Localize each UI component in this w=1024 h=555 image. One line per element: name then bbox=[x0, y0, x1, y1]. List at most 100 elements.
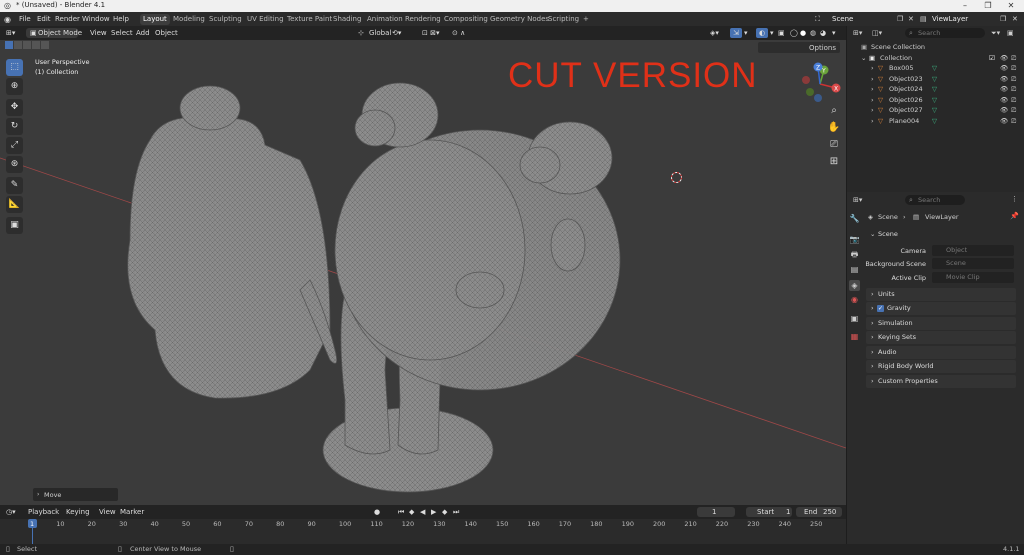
camera-icon[interactable]: ⎚ bbox=[1011, 63, 1016, 74]
eye-icon[interactable]: 👁 bbox=[1000, 63, 1008, 74]
3d-cursor-icon[interactable] bbox=[670, 171, 683, 184]
xray-icon[interactable]: ▣ bbox=[778, 28, 785, 38]
outliner-object-row[interactable]: › ▽ Object026 ▽ 👁 ⎚ bbox=[847, 95, 1024, 106]
overlay-dropdown-icon[interactable]: ▾ bbox=[770, 28, 774, 38]
checkbox-icon[interactable]: ☑ bbox=[989, 53, 995, 64]
scene-selector[interactable]: Scene bbox=[832, 15, 853, 23]
camera-field[interactable]: Object bbox=[932, 245, 1014, 256]
menu-edit[interactable]: Edit bbox=[37, 15, 51, 23]
tab-shading[interactable]: Shading bbox=[330, 14, 364, 25]
panel-keying-sets[interactable]: › Keying Sets bbox=[866, 331, 1016, 344]
collapse-icon[interactable]: ⌄ bbox=[861, 53, 866, 64]
outliner-editor-icon[interactable]: ⊞▾ bbox=[853, 29, 862, 37]
jump-start-icon[interactable]: ⏮ bbox=[398, 507, 404, 517]
pin-icon[interactable]: 📌 bbox=[1010, 212, 1019, 220]
3d-viewport[interactable]: Options CUT VERSION User Perspective (1)… bbox=[0, 40, 846, 505]
camera-icon[interactable]: ⎚ bbox=[1011, 105, 1016, 116]
panel-simulation[interactable]: › Simulation bbox=[866, 317, 1016, 330]
viewlayer-new-icon[interactable]: ❐ bbox=[1000, 15, 1006, 23]
close-button[interactable]: ✕ bbox=[1000, 0, 1022, 12]
blender-menu-icon[interactable]: ◉ bbox=[4, 15, 11, 24]
eye-icon[interactable]: 👁 bbox=[1000, 84, 1008, 95]
properties-search-input[interactable]: ⌕ Search bbox=[905, 195, 965, 205]
eye-icon[interactable]: 👁 bbox=[1000, 116, 1008, 127]
minimize-button[interactable]: – bbox=[954, 0, 976, 12]
menu-marker[interactable]: Marker bbox=[120, 507, 144, 517]
menu-timeline-view[interactable]: View bbox=[99, 507, 116, 517]
material-shading-icon[interactable]: ◍ bbox=[810, 28, 816, 38]
display-mode-icon[interactable]: ◫▾ bbox=[872, 29, 882, 37]
maximize-button[interactable]: ❐ bbox=[977, 0, 999, 12]
solid-shading-icon[interactable]: ● bbox=[800, 28, 806, 38]
properties-editor-icon[interactable]: ⊞▾ bbox=[853, 196, 862, 204]
menu-playback[interactable]: Playback bbox=[28, 507, 59, 517]
expand-icon[interactable]: › bbox=[871, 74, 874, 85]
rotate-tool-icon[interactable]: ↻ bbox=[6, 118, 23, 135]
outliner-object-row[interactable]: › ▽ Object027 ▽ 👁 ⎚ bbox=[847, 105, 1024, 116]
measure-tool-icon[interactable]: 📐 bbox=[6, 196, 23, 213]
timeline-area[interactable]: 1 10 20 30 40 50 60 70 80 90 100 110 120 130 140 150 160… bbox=[0, 519, 846, 544]
eye-icon[interactable]: 👁 bbox=[1000, 105, 1008, 116]
menu-help[interactable]: Help bbox=[113, 15, 129, 23]
panel-gravity[interactable]: › ✓ Gravity bbox=[866, 302, 1016, 315]
tab-layout[interactable]: Layout bbox=[140, 14, 170, 25]
tab-compositing[interactable]: Compositing bbox=[441, 14, 491, 25]
menu-view[interactable]: View bbox=[90, 28, 107, 38]
expand-icon[interactable]: › bbox=[871, 116, 874, 127]
add-cube-tool-icon[interactable]: ▣ bbox=[6, 217, 23, 234]
viewlayer-selector[interactable]: ViewLayer bbox=[932, 15, 968, 23]
tab-animation[interactable]: Animation bbox=[364, 14, 406, 25]
scale-tool-icon[interactable]: ⤢ bbox=[6, 137, 23, 154]
camera-view-icon[interactable]: ⎚ bbox=[826, 137, 842, 153]
tab-scripting[interactable]: Scripting bbox=[545, 14, 582, 25]
shading-dropdown-icon[interactable]: ▾ bbox=[832, 28, 836, 38]
expand-icon[interactable]: › bbox=[871, 95, 874, 106]
panel-custom-properties[interactable]: › Custom Properties bbox=[866, 375, 1016, 388]
play-icon[interactable]: ▶ bbox=[431, 507, 436, 517]
annotate-tool-icon[interactable]: ✎ bbox=[6, 177, 23, 194]
zoom-icon[interactable]: ⌕ bbox=[826, 103, 842, 119]
proportional-edit-icon[interactable]: ⊙ ∧ bbox=[452, 28, 465, 38]
panel-audio[interactable]: › Audio bbox=[866, 346, 1016, 359]
tab-texture-paint[interactable]: Texture Paint bbox=[284, 14, 335, 25]
cursor-tool-icon[interactable]: ⊕ bbox=[6, 78, 23, 95]
editor-type-icon[interactable]: ⊞▾ bbox=[6, 28, 15, 38]
next-key-icon[interactable]: ◆ bbox=[442, 507, 447, 517]
wireframe-shading-icon[interactable]: ◯ bbox=[790, 28, 798, 38]
background-scene-field[interactable]: Scene bbox=[932, 258, 1014, 269]
gizmo-toggle-icon[interactable]: ⇲ bbox=[730, 28, 742, 38]
timeline-editor-icon[interactable]: ◷▾ bbox=[6, 507, 16, 517]
eye-icon[interactable]: 👁 bbox=[1000, 95, 1008, 106]
viewlayer-remove-icon[interactable]: ✕ bbox=[1012, 15, 1018, 23]
menu-add[interactable]: Add bbox=[136, 28, 150, 38]
collection-row[interactable]: ⌄ ▣ Collection ☑ 👁 ⎚ bbox=[847, 53, 1024, 64]
tab-sculpting[interactable]: Sculpting bbox=[206, 14, 245, 25]
menu-window[interactable]: Window bbox=[82, 15, 110, 23]
collection-tab-icon[interactable]: ▣ bbox=[849, 313, 860, 324]
tab-rendering[interactable]: Rendering bbox=[402, 14, 444, 25]
camera-icon[interactable]: ⎚ bbox=[1011, 116, 1016, 127]
add-workspace-button[interactable]: + bbox=[580, 14, 592, 25]
eye-icon[interactable]: 👁 bbox=[1000, 74, 1008, 85]
record-icon[interactable]: ● bbox=[374, 507, 380, 517]
prev-key-icon[interactable]: ◆ bbox=[409, 507, 414, 517]
new-collection-icon[interactable]: ▣ bbox=[1007, 29, 1014, 37]
expand-icon[interactable]: › bbox=[871, 84, 874, 95]
menu-object[interactable]: Object bbox=[155, 28, 178, 38]
gizmo-dropdown-icon[interactable]: ▾ bbox=[744, 28, 748, 38]
pivot-icon[interactable]: ⟲▾ bbox=[392, 28, 401, 38]
outliner-object-row[interactable]: › ▽ Box005 ▽ 👁 ⎚ bbox=[847, 63, 1024, 74]
scene-remove-icon[interactable]: ✕ bbox=[908, 15, 914, 23]
camera-icon[interactable]: ⎚ bbox=[1011, 74, 1016, 85]
render-tab-icon[interactable]: 📷 bbox=[849, 234, 860, 245]
panel-rigid-body-world[interactable]: › Rigid Body World bbox=[866, 360, 1016, 373]
tab-uv-editing[interactable]: UV Editing bbox=[244, 14, 287, 25]
overlay-toggle-icon[interactable]: ◐ bbox=[756, 28, 768, 38]
menu-render[interactable]: Render bbox=[55, 15, 80, 23]
pan-hand-icon[interactable]: ✋ bbox=[826, 120, 842, 136]
navigation-gizmo[interactable]: X Y Z bbox=[798, 62, 842, 106]
camera-icon[interactable]: ⎚ bbox=[1011, 95, 1016, 106]
texture-tab-icon[interactable]: ▦ bbox=[849, 331, 860, 342]
tab-geometry-nodes[interactable]: Geometry Nodes bbox=[487, 14, 552, 25]
rendered-shading-icon[interactable]: ◕ bbox=[820, 28, 826, 38]
